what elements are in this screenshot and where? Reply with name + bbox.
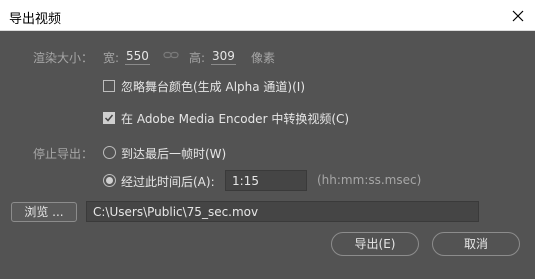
close-button[interactable] [501,0,535,31]
width-field[interactable]: 550 [125,49,150,65]
height-field[interactable]: 309 [211,49,236,65]
size-unit: 像素 [251,51,276,65]
export-button[interactable]: 导出(E) [331,232,419,256]
convert-ame-label: 在 Adobe Media Encoder 中转换视频(C) [121,112,350,126]
window-title: 导出视频 [9,12,62,27]
after-time-radio[interactable] [103,174,116,187]
reach-last-frame-label: 到达最后一帧时(W) [121,147,227,161]
render-size-label: 渲染大小： [33,51,94,65]
convert-ame-checkbox[interactable] [103,112,115,124]
checkmark-icon [104,114,114,122]
link-icon[interactable] [163,49,179,64]
close-icon [512,10,524,21]
title-bar: 导出视频 [0,0,535,31]
reach-last-frame-radio[interactable] [103,146,116,159]
stop-export-label: 停止导出： [33,147,94,161]
ignore-stage-color-checkbox[interactable] [103,80,115,92]
time-input[interactable]: 1:15 [225,170,307,191]
after-time-label: 经过此时间后(A): [121,175,215,189]
cancel-button[interactable]: 取消 [432,232,520,256]
browse-button[interactable]: 浏览 ... [11,202,77,222]
ignore-stage-color-label: 忽略舞台颜色(生成 Alpha 通道)(I) [121,80,306,94]
width-label: 宽: [103,51,120,65]
height-label: 高: [189,51,206,65]
dialog-body: 渲染大小： 宽: 550 高: 309 像素 忽略舞台颜色(生成 Alpha 通… [0,31,535,279]
time-format-hint: (hh:mm:ss.msec) [317,173,422,187]
file-path-field[interactable]: C:\Users\Public\75_sec.mov [86,201,479,222]
